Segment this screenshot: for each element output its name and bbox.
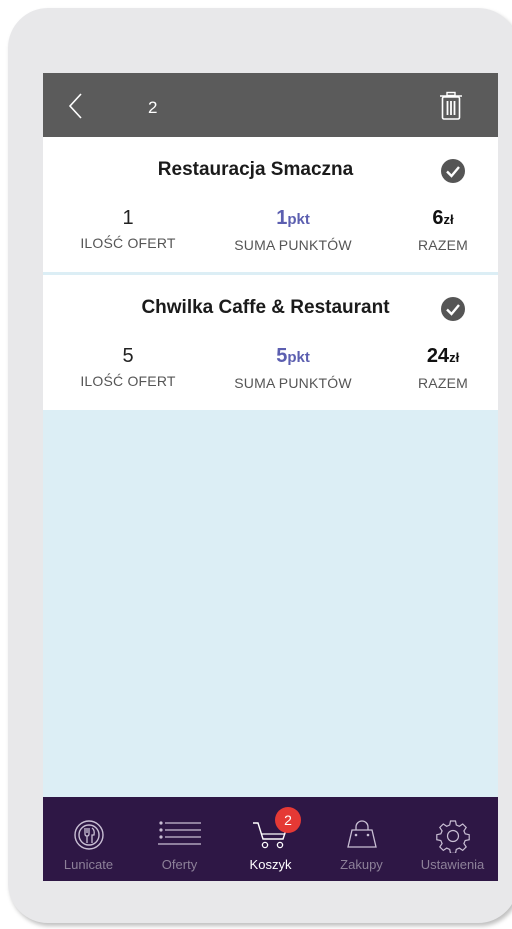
restaurant-card[interactable]: Restauracja Smaczna 1 ILOŚĆ OFERT 1pkt S… [43,137,498,272]
offers-stat: 1 ILOŚĆ OFERT [68,206,188,251]
delete-button[interactable] [438,91,464,121]
nav-label: Oferty [161,857,198,872]
chevron-left-icon [68,93,82,119]
lunicate-icon [73,820,104,850]
total-unit: zł [443,212,454,227]
list-icon [157,821,201,845]
points-unit: pkt [287,211,310,228]
points-number: 1 [276,207,288,229]
bottom-navigation: Lunicate Oferty 2 Koszyk Zakupy Ustawien… [43,797,498,881]
back-button[interactable] [65,91,89,121]
total-stat: 24zł RAZEM [398,344,488,391]
offers-count: 5 [122,345,134,367]
points-value: 5pkt [218,344,368,370]
total-number: 6 [432,207,444,229]
points-unit: pkt [287,349,310,366]
restaurant-name: Chwilka Caffe & Restaurant [141,297,390,318]
points-label: SUMA PUNKTÓW [234,375,352,391]
restaurant-card[interactable]: Chwilka Caffe & Restaurant 5 ILOŚĆ OFERT… [43,275,498,410]
nav-label: Zakupy [340,857,383,872]
bag-icon [346,820,377,848]
total-number: 24 [426,345,450,367]
nav-label: Lunicate [63,857,114,872]
points-value: 1pkt [218,206,368,232]
offers-stat: 5 ILOŚĆ OFERT [68,344,188,389]
points-stat: 1pkt SUMA PUNKTÓW [218,206,368,253]
offers-label: ILOŚĆ OFERT [80,373,176,389]
nav-item-koszyk[interactable]: 2 Koszyk [225,797,316,881]
points-number: 5 [276,345,288,367]
app-screen: 2 Restauracja Smaczna 1 ILOŚĆ OFERT 1pkt… [43,73,498,881]
check-circle-icon[interactable] [440,158,466,184]
nav-item-zakupy[interactable]: Zakupy [316,797,407,881]
cart-count: 2 [148,98,158,117]
points-stat: 5pkt SUMA PUNKTÓW [218,344,368,391]
trash-icon [440,91,462,120]
total-value: 6zł [398,206,488,232]
total-unit: zł [449,350,460,365]
check-circle-icon[interactable] [440,296,466,322]
nav-label: Ustawienia [420,857,485,872]
nav-label: Koszyk [249,857,292,872]
total-value: 24zł [398,344,488,370]
total-label: RAZEM [418,375,468,391]
nav-item-oferty[interactable]: Oferty [134,797,225,881]
points-label: SUMA PUNKTÓW [234,237,352,253]
cart-badge: 2 [275,807,301,833]
restaurant-name: Restauracja Smaczna [157,159,354,180]
offers-count: 1 [122,207,134,229]
gear-icon [435,820,470,853]
offers-label: ILOŚĆ OFERT [80,235,176,251]
nav-item-lunicate[interactable]: Lunicate [43,797,134,881]
nav-item-ustawienia[interactable]: Ustawienia [407,797,498,881]
total-label: RAZEM [418,237,468,253]
phone-frame: 2 Restauracja Smaczna 1 ILOŚĆ OFERT 1pkt… [8,8,512,923]
total-stat: 6zł RAZEM [398,206,488,253]
top-bar: 2 [43,73,498,137]
